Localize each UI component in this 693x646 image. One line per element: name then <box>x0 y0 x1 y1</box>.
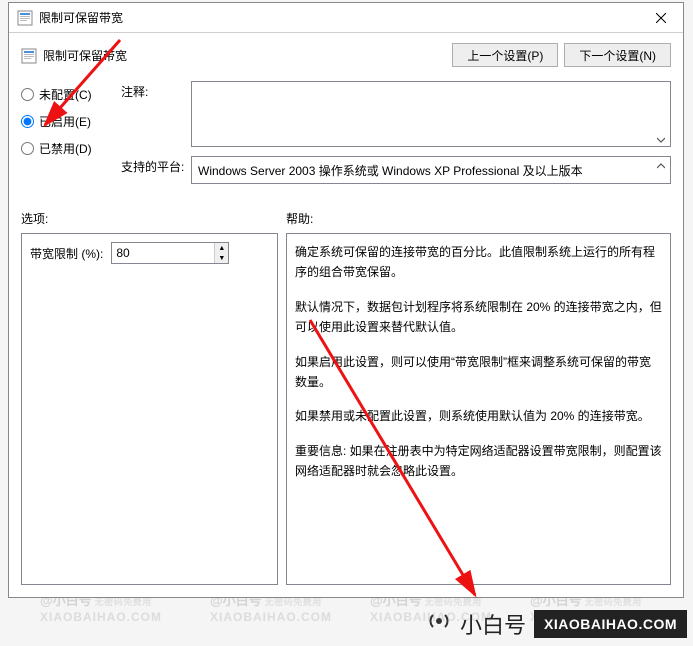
help-section-label: 帮助: <box>286 210 313 227</box>
comment-label: 注释: <box>121 81 191 150</box>
help-paragraph: 如果禁用或未配置此设置，则系统使用默认值为 20% 的连接带宽。 <box>295 406 662 426</box>
options-panel: 带宽限制 (%): ▲ ▼ <box>21 233 278 585</box>
platform-label: 支持的平台: <box>121 156 191 184</box>
titlebar: 限制可保留带宽 <box>9 3 683 33</box>
window-body: 限制可保留带宽 上一个设置(P) 下一个设置(N) 未配置(C) 已启用(E) … <box>9 33 683 597</box>
prev-setting-button[interactable]: 上一个设置(P) <box>452 43 558 67</box>
bandwidth-limit-spinner[interactable]: ▲ ▼ <box>111 242 229 264</box>
help-paragraph: 重要信息: 如果在注册表中为特定网络适配器设置带宽限制，则配置该网络适配器时就会… <box>295 441 662 482</box>
brand-domain-box: XIAOBAIHAO.COM <box>534 610 687 638</box>
comment-input[interactable] <box>191 81 671 147</box>
radio-not-configured[interactable]: 未配置(C) <box>21 86 121 103</box>
radio-enabled[interactable]: 已启用(E) <box>21 113 121 130</box>
state-radio-group: 未配置(C) 已启用(E) 已禁用(D) <box>21 81 121 184</box>
radio-enabled-input[interactable] <box>21 115 34 128</box>
help-panel: 确定系统可保留的连接带宽的百分比。此值限制系统上运行的所有程序的组合带宽保留。 … <box>286 233 671 585</box>
spinner-up-button[interactable]: ▲ <box>215 243 228 253</box>
radio-disabled[interactable]: 已禁用(D) <box>21 140 121 157</box>
scroll-up-icon[interactable] <box>653 158 669 174</box>
help-text: 确定系统可保留的连接带宽的百分比。此值限制系统上运行的所有程序的组合带宽保留。 … <box>295 242 662 496</box>
brand-cn-text: 小白号 <box>460 608 526 640</box>
radio-disabled-input[interactable] <box>21 142 34 155</box>
help-paragraph: 确定系统可保留的连接带宽的百分比。此值限制系统上运行的所有程序的组合带宽保留。 <box>295 242 662 283</box>
supported-platform-text: Windows Server 2003 操作系统或 Windows XP Pro… <box>191 156 671 184</box>
window-close-button[interactable] <box>639 3 683 33</box>
policy-sheet-icon <box>17 10 33 26</box>
spinner-down-button[interactable]: ▼ <box>215 253 228 263</box>
bandwidth-limit-label: 带宽限制 (%): <box>30 245 103 262</box>
policy-window: 限制可保留带宽 限制可保留带宽 <box>8 2 684 598</box>
section-labels-row: 选项: 帮助: <box>21 210 671 227</box>
brand-broadcast-icon <box>426 608 452 640</box>
options-section-label: 选项: <box>21 210 286 227</box>
header-row: 限制可保留带宽 上一个设置(P) 下一个设置(N) <box>21 43 671 67</box>
bandwidth-limit-row: 带宽限制 (%): ▲ ▼ <box>30 242 269 264</box>
policy-name-label: 限制可保留带宽 <box>21 43 127 64</box>
window-title: 限制可保留带宽 <box>39 9 639 26</box>
policy-sheet-icon <box>21 48 37 64</box>
panels-row: 带宽限制 (%): ▲ ▼ 确定系统可保留的连接带宽的百分比。此值限制系统上运行… <box>21 233 671 585</box>
next-setting-button[interactable]: 下一个设置(N) <box>564 43 671 67</box>
close-icon <box>656 13 666 23</box>
config-row: 未配置(C) 已启用(E) 已禁用(D) 注释: <box>21 81 671 184</box>
radio-enabled-label: 已启用(E) <box>39 113 91 130</box>
radio-not-configured-label: 未配置(C) <box>39 86 92 103</box>
help-paragraph: 默认情况下，数据包计划程序将系统限制在 20% 的连接带宽之内，但可以使用此设置… <box>295 297 662 338</box>
policy-name-text: 限制可保留带宽 <box>43 47 127 64</box>
footer-brand: 小白号 XIAOBAIHAO.COM <box>426 608 687 640</box>
help-paragraph: 如果启用此设置，则可以使用“带宽限制”框来调整系统可保留的带宽数量。 <box>295 352 662 393</box>
radio-not-configured-input[interactable] <box>21 88 34 101</box>
scroll-down-icon[interactable] <box>653 132 669 148</box>
bandwidth-limit-input[interactable] <box>112 243 214 263</box>
radio-disabled-label: 已禁用(D) <box>39 140 92 157</box>
